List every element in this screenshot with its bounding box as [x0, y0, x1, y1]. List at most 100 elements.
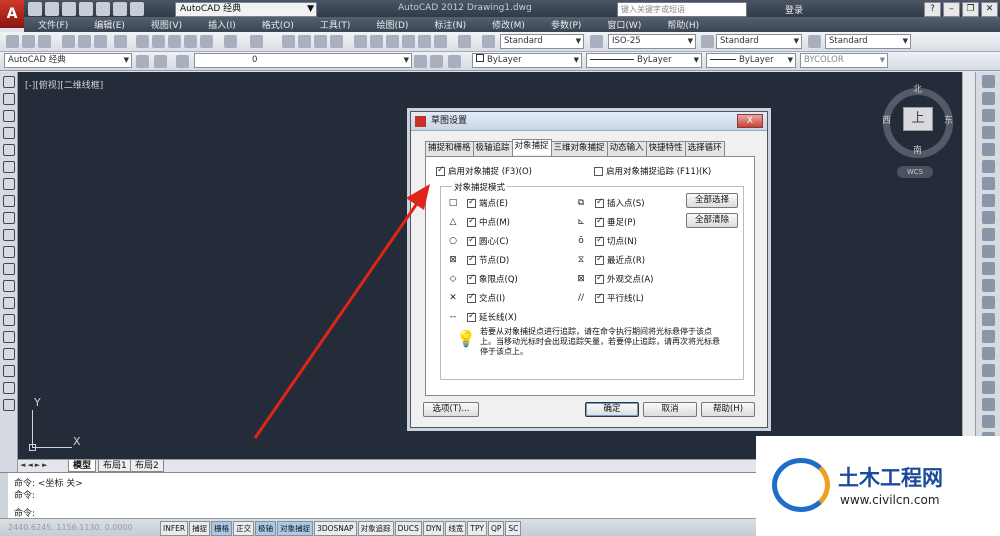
- dim-style-icon[interactable]: [590, 35, 603, 48]
- undo-icon[interactable]: [113, 2, 127, 16]
- layout-icon[interactable]: [982, 415, 995, 428]
- save-as-icon[interactable]: [79, 2, 93, 16]
- linetype-select[interactable]: ByLayer ▼: [586, 53, 702, 68]
- rectangle-icon[interactable]: [3, 144, 15, 156]
- new-icon[interactable]: [6, 35, 19, 48]
- gear-icon[interactable]: [136, 55, 149, 68]
- zoom-previous-icon[interactable]: [330, 35, 343, 48]
- dim-style-select[interactable]: ISO-25 ▼: [608, 34, 696, 49]
- cut-icon[interactable]: [136, 35, 149, 48]
- toggle-3dosnap[interactable]: 3DOSNAP: [314, 521, 357, 536]
- offset-icon[interactable]: [982, 126, 995, 139]
- revision-cloud-icon[interactable]: [3, 195, 15, 207]
- ellipse-icon[interactable]: [3, 229, 15, 241]
- mode-extension[interactable]: -- 延长线(X): [448, 311, 517, 324]
- region-icon[interactable]: [3, 348, 15, 360]
- polygon-icon[interactable]: [3, 127, 15, 139]
- paste-icon[interactable]: [168, 35, 181, 48]
- markup-icon[interactable]: [418, 35, 431, 48]
- open-icon[interactable]: [22, 35, 35, 48]
- viewcube-west[interactable]: 西: [882, 113, 891, 126]
- trim-icon[interactable]: [982, 228, 995, 241]
- scale-icon[interactable]: [982, 194, 995, 207]
- quadrant-checkbox[interactable]: [467, 273, 476, 284]
- wcs-menu[interactable]: WCS: [897, 166, 933, 178]
- zoom-realtime-icon[interactable]: [298, 35, 311, 48]
- gradient-icon[interactable]: [3, 331, 15, 343]
- print-icon[interactable]: [96, 2, 110, 16]
- mode-nearest[interactable]: ⧖ 最近点(R): [576, 254, 645, 267]
- arrange-icon[interactable]: [982, 398, 995, 411]
- midpoint-checkbox[interactable]: [467, 216, 476, 227]
- menu-view[interactable]: 视图(V): [151, 18, 182, 31]
- mleader-style-icon[interactable]: [808, 35, 821, 48]
- tab-dynamic-input[interactable]: 动态输入: [606, 141, 647, 157]
- tab-selection-cycling[interactable]: 选择循环: [684, 141, 725, 157]
- array-icon[interactable]: [982, 143, 995, 156]
- parallel-checkbox[interactable]: [595, 292, 604, 303]
- text-style-select[interactable]: Standard ▼: [500, 34, 584, 49]
- search-input[interactable]: 键入关键字或短语: [617, 2, 747, 17]
- help-button[interactable]: 帮助(H): [701, 402, 755, 417]
- arc-icon[interactable]: [3, 161, 15, 173]
- zoom-window-icon[interactable]: [314, 35, 327, 48]
- mode-tangent[interactable]: ō 切点(N): [576, 235, 637, 248]
- tab-quick-properties[interactable]: 快捷特性: [645, 141, 686, 157]
- layer-manager-icon[interactable]: [176, 55, 189, 68]
- toggle-otrack[interactable]: 对象追踪: [357, 521, 394, 536]
- undo-icon[interactable]: [224, 35, 237, 48]
- menu-dimension[interactable]: 标注(N): [434, 18, 466, 31]
- add-selected-icon[interactable]: [3, 399, 15, 411]
- tab-layout2[interactable]: 布局2: [130, 460, 164, 472]
- center-checkbox[interactable]: [467, 235, 476, 246]
- workspace-lock-icon[interactable]: [154, 55, 167, 68]
- toggle-snap[interactable]: 捕捉: [189, 521, 211, 536]
- 3d-dwf-icon[interactable]: [114, 35, 127, 48]
- extend-icon[interactable]: [982, 245, 995, 258]
- circle-icon[interactable]: [3, 178, 15, 190]
- tab-snap-grid[interactable]: 捕捉和栅格: [425, 141, 474, 157]
- toggle-dyn[interactable]: DYN: [422, 521, 445, 536]
- viewcube-south[interactable]: 南: [913, 143, 922, 156]
- toggle-sc[interactable]: SC: [505, 521, 522, 536]
- nearest-checkbox[interactable]: [595, 254, 604, 265]
- save-icon[interactable]: [38, 35, 51, 48]
- dialog-close-button[interactable]: X: [737, 114, 763, 128]
- sheet-set-icon[interactable]: [402, 35, 415, 48]
- layer-state-icon[interactable]: [448, 55, 461, 68]
- clear-all-button[interactable]: 全部清除: [686, 213, 738, 228]
- mode-parallel[interactable]: // 平行线(L): [576, 292, 644, 305]
- menu-help[interactable]: 帮助(H): [667, 18, 699, 31]
- layer-previous-icon[interactable]: [430, 55, 443, 68]
- toggle-ducs[interactable]: DUCS: [394, 521, 422, 536]
- copy-icon[interactable]: [152, 35, 165, 48]
- block-editor-icon[interactable]: [200, 35, 213, 48]
- viewcube-east[interactable]: 东: [944, 113, 953, 126]
- apparent-intersection-checkbox[interactable]: [595, 273, 604, 284]
- break-icon[interactable]: [982, 279, 995, 292]
- break-at-point-icon[interactable]: [982, 262, 995, 275]
- move-icon[interactable]: [982, 160, 995, 173]
- mode-perpendicular[interactable]: ⊾ 垂足(P): [576, 216, 636, 229]
- polyline-icon[interactable]: [3, 110, 15, 122]
- endpoint-checkbox[interactable]: [467, 197, 476, 208]
- construction-line-icon[interactable]: [3, 93, 15, 105]
- tab-3d-object-snap[interactable]: 三维对象捕捉: [550, 141, 608, 157]
- tab-layout1[interactable]: 布局1: [98, 460, 132, 472]
- pan-icon[interactable]: [282, 35, 295, 48]
- menu-draw[interactable]: 绘图(D): [376, 18, 408, 31]
- toggle-grid[interactable]: 栅格: [211, 521, 233, 536]
- mode-endpoint[interactable]: □ 端点(E): [448, 197, 508, 210]
- login-button[interactable]: 登录: [785, 3, 803, 16]
- minimize-button[interactable]: –: [943, 2, 960, 17]
- redo-icon[interactable]: [250, 35, 263, 48]
- workspace-select-2[interactable]: AutoCAD 经典 ▼: [4, 53, 132, 68]
- extension-checkbox[interactable]: [467, 311, 476, 322]
- dialog-title-bar[interactable]: 草图设置 X: [411, 112, 767, 131]
- copy-object-icon[interactable]: [982, 92, 995, 105]
- enable-osnap-row[interactable]: 启用对象捕捉 (F3)(O): [436, 165, 532, 177]
- toggle-tpy[interactable]: TPY: [467, 521, 487, 536]
- tab-polar-tracking[interactable]: 极轴追踪: [472, 141, 513, 157]
- hatch-icon[interactable]: [3, 314, 15, 326]
- open-icon[interactable]: [45, 2, 59, 16]
